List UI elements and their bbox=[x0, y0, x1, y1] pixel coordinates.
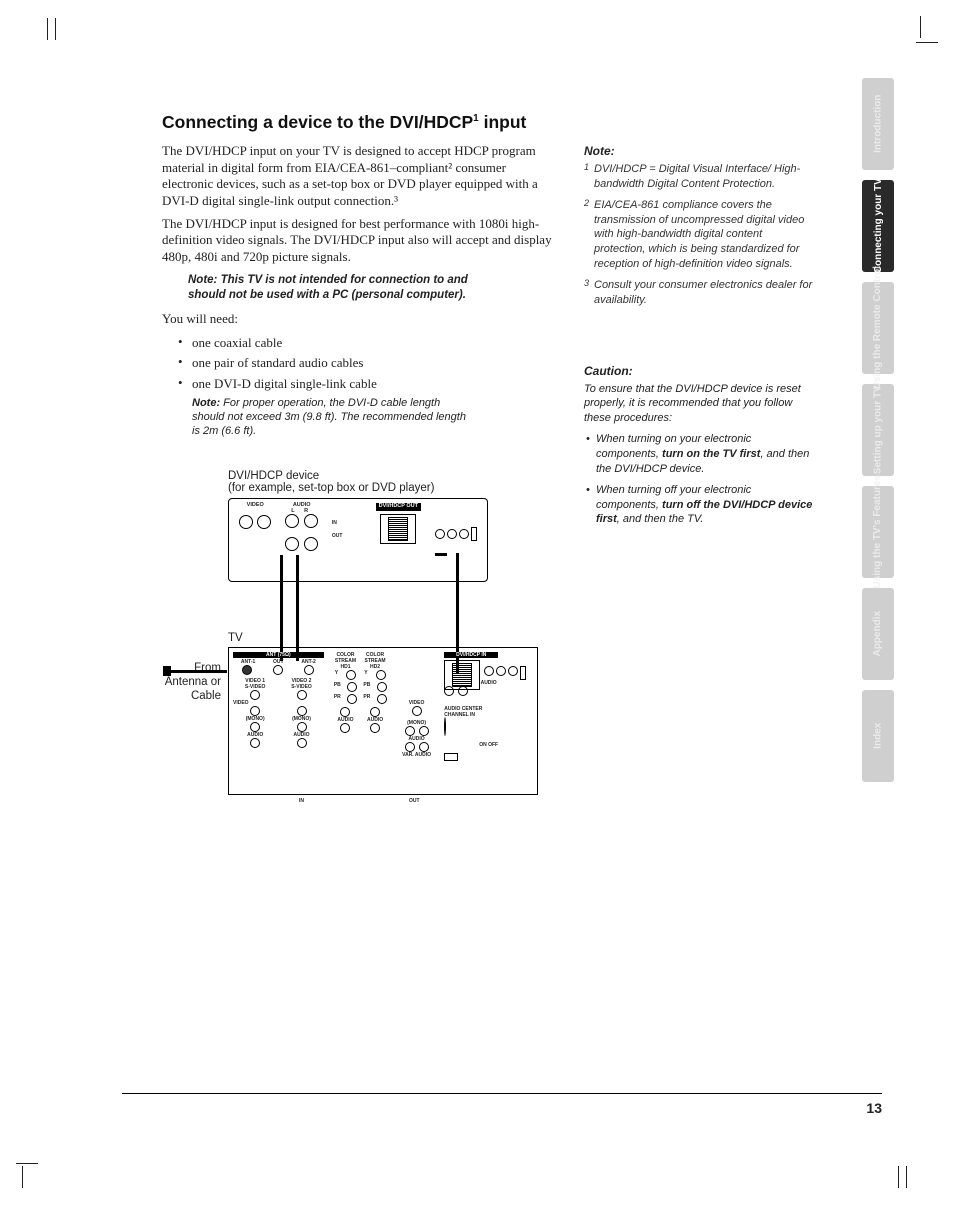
footnote-list: 1DVI/HDCP = Digital Visual Interface/ Hi… bbox=[584, 162, 814, 308]
note-text: For proper operation, the DVI-D cable le… bbox=[192, 397, 466, 438]
note-pc-warning: Note: This TV is not intended for connec… bbox=[188, 273, 478, 303]
caution-item-1: When turning on your electronic componen… bbox=[584, 432, 814, 477]
tab-features[interactable]: Using the TV's Features bbox=[862, 486, 894, 578]
tab-index[interactable]: Index bbox=[862, 690, 894, 782]
device-title: DVI/HDCP device bbox=[228, 470, 542, 482]
heading-main: Connecting a device to the DVI/HDCP bbox=[162, 112, 473, 132]
paragraph-1: The DVI/HDCP input on your TV is designe… bbox=[162, 143, 560, 210]
connection-diagram: DVI/HDCP device (for example, set-top bo… bbox=[162, 470, 542, 795]
note-heading: Note: bbox=[584, 144, 814, 158]
tab-appendix[interactable]: Appendix bbox=[862, 588, 894, 680]
list-item: one DVI-D digital single-link cable bbox=[178, 375, 560, 393]
caution-list: When turning on your electronic componen… bbox=[584, 432, 814, 527]
needs-list: one coaxial cable one pair of standard a… bbox=[178, 334, 560, 393]
caution-heading: Caution: bbox=[584, 364, 814, 378]
footnote-1: 1DVI/HDCP = Digital Visual Interface/ Hi… bbox=[584, 162, 814, 192]
heading-tail: input bbox=[479, 112, 527, 132]
you-will-need: You will need: bbox=[162, 311, 560, 328]
device-panel: VIDEO AUDIO L R IN OUT bbox=[228, 498, 488, 582]
tab-setting-up[interactable]: Setting up your TV bbox=[862, 384, 894, 476]
page-number: 13 bbox=[122, 1093, 882, 1116]
tab-introduction[interactable]: Introduction bbox=[862, 78, 894, 170]
caution-text: To ensure that the DVI/HDCP device is re… bbox=[584, 382, 814, 427]
caution-item-2: When turning off your electronic compone… bbox=[584, 483, 814, 528]
cable-length-note: Note: For proper operation, the DVI-D ca… bbox=[192, 396, 472, 439]
footnote-3: 3Consult your consumer electronics deale… bbox=[584, 278, 814, 308]
tv-label: TV bbox=[228, 632, 542, 644]
note-label: Note: bbox=[192, 397, 220, 409]
tab-connecting[interactable]: Connecting your TV bbox=[862, 180, 894, 272]
section-tabs: Introduction Connecting your TV Using th… bbox=[862, 78, 894, 792]
list-item: one coaxial cable bbox=[178, 334, 560, 352]
paragraph-2: The DVI/HDCP input is designed for best … bbox=[162, 216, 560, 266]
list-item: one pair of standard audio cables bbox=[178, 354, 560, 372]
tv-panel: From Antenna or Cable ANT (75Ω) ANT-1 OU… bbox=[228, 647, 538, 795]
tab-remote[interactable]: Using the Remote Control bbox=[862, 282, 894, 374]
footnote-2: 2EIA/CEA-861 compliance covers the trans… bbox=[584, 198, 814, 272]
device-subtitle: (for example, set-top box or DVD player) bbox=[228, 482, 542, 494]
page-title: Connecting a device to the DVI/HDCP1 inp… bbox=[162, 112, 560, 133]
